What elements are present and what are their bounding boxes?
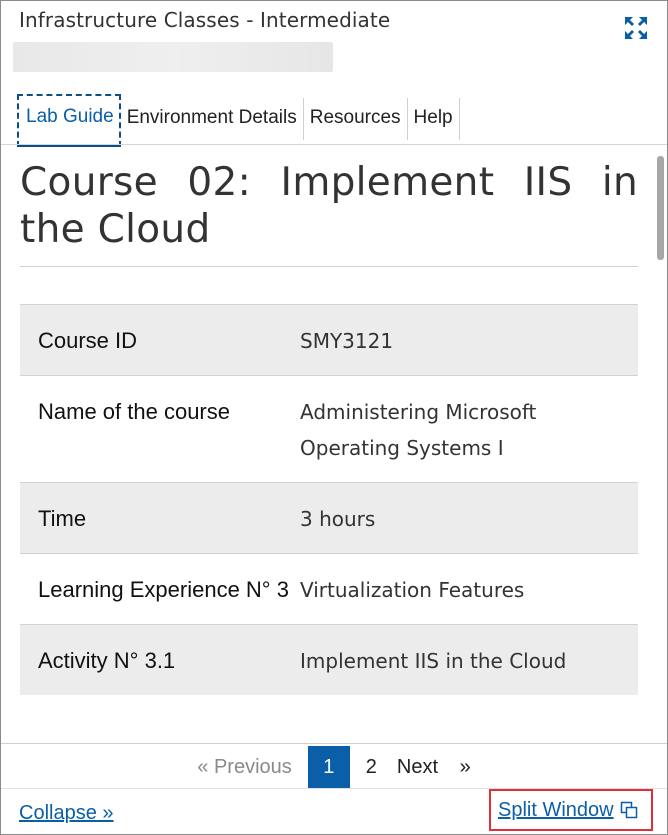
window-title: Infrastructure Classes - Intermediate [19, 8, 391, 32]
redacted-subtitle [13, 42, 333, 72]
next-label: Next [396, 755, 439, 778]
row-value: SMY3121 [300, 304, 638, 376]
row-key: Time [20, 482, 300, 554]
next-arrow: » [459, 755, 471, 778]
course-info-table: Course ID SMY3121 Name of the course Adm… [20, 304, 638, 695]
table-row: Learning Experience N° 3 Virtualization … [20, 553, 638, 625]
table-row: Name of the course Administering Microso… [20, 375, 638, 483]
row-key: Course ID [20, 304, 300, 376]
table-row: Time 3 hours [20, 482, 638, 554]
pagination: « Previous 1 2 Next » [1, 746, 667, 788]
table-row: Activity N° 3.1 Implement IIS in the Clo… [20, 624, 638, 695]
split-window-label: Split Window [498, 798, 614, 821]
collapse-link[interactable]: Collapse » [19, 802, 114, 825]
row-value: Implement IIS in the Cloud [300, 624, 638, 695]
row-key: Learning Experience N° 3 [20, 553, 300, 625]
table-row: Course ID SMY3121 [20, 304, 638, 376]
expand-arrows-icon [625, 17, 647, 39]
tab-help[interactable]: Help [408, 98, 460, 140]
row-value: Virtualization Features [300, 553, 638, 625]
lab-panel: Infrastructure Classes - Intermediate La… [0, 0, 668, 835]
expand-button[interactable] [621, 13, 651, 43]
lab-guide-content: Course 02: Implement IIS in the Cloud Co… [20, 145, 638, 743]
tab-bar: Lab Guide Environment Details Resources … [17, 91, 460, 147]
tab-lab-guide[interactable]: Lab Guide [17, 94, 121, 147]
split-window-icon [620, 801, 638, 819]
page-title: Course 02: Implement IIS in the Cloud [20, 159, 638, 267]
scrollbar-thumb[interactable] [657, 156, 664, 260]
content-divider [1, 743, 667, 744]
tab-resources[interactable]: Resources [304, 98, 408, 140]
split-window-button[interactable]: Split Window [489, 789, 653, 831]
row-key: Activity N° 3.1 [20, 624, 300, 695]
page-2-button[interactable]: 2 [356, 756, 387, 779]
next-page-link[interactable]: Next » [387, 756, 481, 779]
previous-page-link[interactable]: « Previous [187, 756, 302, 779]
row-value: Administering Microsoft Operating System… [300, 375, 638, 483]
row-key: Name of the course [20, 375, 300, 483]
row-value: 3 hours [300, 482, 638, 554]
tab-environment-details[interactable]: Environment Details [121, 98, 304, 140]
page-1-button[interactable]: 1 [307, 746, 350, 788]
